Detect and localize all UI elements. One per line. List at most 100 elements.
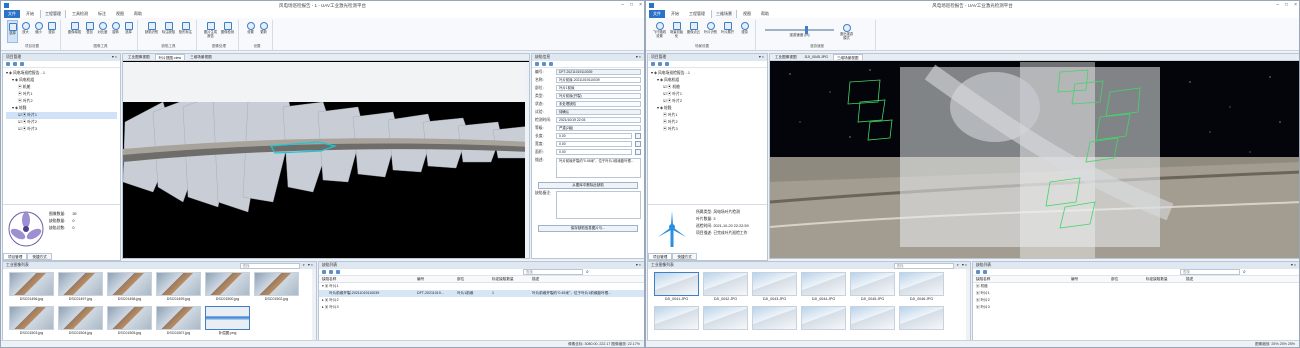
gallery-search-input[interactable]: 查找 [239, 262, 300, 269]
rotate-button[interactable]: 旋转 [110, 20, 121, 43]
menu-project[interactable]: 工程管理 [40, 9, 66, 18]
expand-icon[interactable] [6, 62, 10, 66]
thumbnail[interactable] [801, 306, 846, 330]
col-desc[interactable]: 描述 [529, 276, 644, 282]
col-part[interactable]: 部位 [454, 276, 489, 282]
menu-annotate[interactable]: 标注 [94, 10, 110, 18]
tree-node-hub[interactable]: ▾ ◈ 轮毂 [6, 105, 117, 112]
collapse-icon[interactable] [329, 270, 333, 274]
thumbnail[interactable]: DSC01500.jpg [205, 272, 250, 302]
maximize-icon[interactable]: □ [630, 1, 633, 10]
tree-node-hub-blade1[interactable]: ☑ ▣ 叶片1 [6, 112, 117, 119]
tab-3d-view[interactable]: 三维场景视图 [187, 54, 215, 60]
select-button[interactable]: 选择 [7, 20, 18, 43]
rect-annotate-button[interactable]: 矩形标注 [178, 20, 193, 43]
thumbnail[interactable]: DJI_0045.JPG [850, 272, 895, 302]
thumbnail[interactable] [703, 306, 748, 330]
gallery-scrollbar[interactable] [966, 269, 970, 340]
measure-button[interactable] [635, 141, 641, 147]
tree-node-hub-blade3[interactable]: ▣ 叶片3 [651, 126, 764, 133]
maximize-icon[interactable]: □ [1285, 1, 1288, 10]
minimize-icon[interactable]: – [1276, 1, 1279, 10]
pin-icon[interactable]: ▾ × [759, 54, 764, 61]
tab-blade-view[interactable]: 叶片视图.view [154, 54, 186, 60]
pick-button[interactable]: 选择 [123, 20, 134, 43]
thumbnail[interactable]: DSC01496.jpg [9, 272, 54, 302]
tree-node-hub-blade3[interactable]: ☑ ▣ 叶片3 [6, 126, 117, 133]
menu-home[interactable]: 开始 [667, 10, 683, 18]
overlay-button[interactable]: 叠加 [84, 20, 95, 43]
update-button[interactable]: 更新 [258, 20, 269, 43]
expand-icon[interactable] [976, 270, 980, 274]
roam-speed-slider[interactable]: 漫游速度 (m) [762, 25, 837, 38]
search-icon[interactable]: ⌕ [586, 269, 589, 275]
tree-node-hub-blade1[interactable]: ▣ 叶片1 [651, 112, 764, 119]
property-icon[interactable] [549, 62, 553, 66]
thumbnail[interactable] [752, 306, 797, 330]
flight-path-button[interactable]: 飞行路线设置 [652, 20, 667, 43]
menu-file[interactable]: 文件 [4, 10, 20, 18]
tree-node-hub-blade2[interactable]: ☑ ▣ 叶片2 [6, 119, 117, 126]
menu-help[interactable]: 帮助 [130, 10, 146, 18]
thumbnail[interactable]: DSC01497.jpg [58, 272, 103, 302]
image-detect-button[interactable]: 图像检测 [220, 20, 235, 43]
gallery-search-input[interactable]: 查找 [893, 262, 954, 269]
expand-icon[interactable] [322, 270, 326, 274]
menu-tools[interactable]: 工具检测 [68, 10, 92, 18]
detect-defect-button[interactable]: 缺陷识别 [144, 20, 159, 43]
tree-node-project[interactable]: ▾ ◈ 风电场巡检报告 - 1 [651, 70, 764, 77]
col-part[interactable]: 部位 [1108, 276, 1143, 282]
collapse-icon[interactable] [983, 270, 987, 274]
tab-shortcuts[interactable]: 快捷方式 [27, 253, 52, 260]
menu-file[interactable]: 文件 [649, 10, 665, 18]
menu-home[interactable]: 开始 [22, 10, 38, 18]
table-row[interactable]: ▸ ▣ 叶片3 [319, 304, 644, 311]
table-row[interactable]: ▣ 叶片1 [973, 290, 1299, 297]
tree-node-blade2[interactable]: ▣ 叶片2 [6, 98, 117, 105]
thumbnail-selected[interactable]: 补偿图.png [205, 306, 250, 336]
col-code[interactable]: 编号 [1068, 276, 1108, 282]
menu-view[interactable]: 视图 [739, 10, 755, 18]
col-name[interactable]: 缺陷名称 [973, 276, 1068, 282]
search-icon[interactable]: ⌕ [957, 262, 959, 269]
thumbnail[interactable]: DSC01504.jpg [58, 306, 103, 336]
tab-3d-view[interactable]: 三维场景视图 [832, 54, 863, 60]
minimize-icon[interactable]: – [621, 1, 624, 10]
note-textarea[interactable] [556, 191, 641, 219]
point-cloud-button[interactable]: 图像点云 [686, 20, 701, 43]
enhance-button[interactable]: 图像增强 [67, 20, 82, 43]
thumbnail-selected[interactable]: DJI_0041.JPG [654, 272, 699, 302]
thumbnail[interactable] [850, 306, 895, 330]
tree-node-blade1[interactable]: ☑ ▣ 叶片1 [651, 91, 764, 98]
scene-init-button[interactable]: 场景初始化 [669, 20, 684, 43]
pin-icon[interactable]: ▾ × [962, 262, 967, 269]
close-icon[interactable]: × [1294, 1, 1297, 10]
settings-button[interactable]: 设置 [245, 20, 256, 43]
tree-node-hub[interactable]: ▾ ◈ 轮毂 [651, 105, 764, 112]
thumbnail[interactable]: DSC01498.jpg [107, 272, 152, 302]
thumbnail[interactable]: DJI_0043.JPG [752, 272, 797, 302]
search-icon[interactable]: ⌕ [303, 262, 305, 269]
zoom-in-button[interactable]: 放大 [20, 20, 31, 43]
tab-image-file[interactable]: DJI_0045.JPG [802, 54, 831, 60]
category-icon[interactable] [542, 62, 546, 66]
collapse-icon[interactable] [658, 62, 662, 66]
thumbnail[interactable] [899, 306, 944, 330]
thumbnail[interactable]: DSC01502.jpg [254, 272, 299, 302]
pin-icon[interactable]: ▾ × [308, 262, 313, 269]
refresh-icon[interactable] [336, 270, 340, 274]
thumbnail[interactable]: DSC01505.jpg [107, 306, 152, 336]
sort-icon[interactable] [535, 62, 539, 66]
mark-defect-button[interactable]: 标注缺陷 [161, 20, 176, 43]
table-row[interactable]: ▣ 机舱 [973, 283, 1299, 290]
tab-image-view[interactable]: 工业图像视图 [772, 54, 800, 60]
tab-image-view[interactable]: 工业图像视图 [125, 54, 153, 60]
search-icon[interactable]: ⌕ [1243, 269, 1246, 275]
view-scrollbar[interactable] [525, 62, 529, 258]
collapse-icon[interactable] [13, 62, 17, 66]
slider-knob[interactable] [805, 25, 809, 34]
close-icon[interactable]: × [639, 1, 642, 10]
thumbnail[interactable]: DSC01499.jpg [156, 272, 201, 302]
pin-icon[interactable]: ▾ × [636, 54, 641, 61]
save-defect-button[interactable]: 保存缺陷信息图片与... [538, 225, 638, 232]
